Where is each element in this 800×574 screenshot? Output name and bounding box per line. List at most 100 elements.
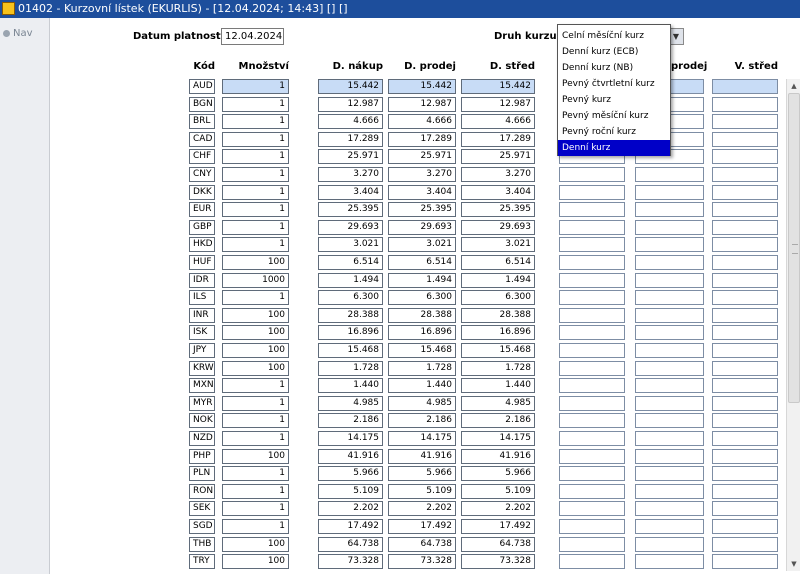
cell-d-stred[interactable]: 14.175 — [461, 431, 535, 446]
cell-d-stred[interactable]: 1.440 — [461, 378, 535, 393]
cell-d-stred[interactable]: 29.693 — [461, 220, 535, 235]
dropdown-option[interactable]: Pevný čtvrtletní kurz — [558, 76, 670, 92]
cell-kod[interactable]: TRY — [189, 554, 215, 569]
cell-v-prodej[interactable] — [635, 484, 704, 499]
cell-d-nakup[interactable]: 1.728 — [318, 361, 383, 376]
cell-d-prodej[interactable]: 2.186 — [388, 413, 456, 428]
cell-d-prodej[interactable]: 41.916 — [388, 449, 456, 464]
cell-v-stred[interactable] — [712, 132, 778, 147]
cell-kod[interactable]: SGD — [189, 519, 215, 534]
cell-v-nakup[interactable] — [559, 519, 625, 534]
cell-d-nakup[interactable]: 73.328 — [318, 554, 383, 569]
cell-d-nakup[interactable]: 17.289 — [318, 132, 383, 147]
cell-kod[interactable]: MXN — [189, 378, 215, 393]
cell-d-prodej[interactable]: 17.492 — [388, 519, 456, 534]
cell-v-prodej[interactable] — [635, 361, 704, 376]
cell-v-prodej[interactable] — [635, 396, 704, 411]
cell-d-prodej[interactable]: 3.270 — [388, 167, 456, 182]
cell-v-nakup[interactable] — [559, 466, 625, 481]
cell-v-prodej[interactable] — [635, 466, 704, 481]
cell-v-prodej[interactable] — [635, 378, 704, 393]
cell-mnozstvi[interactable]: 1 — [222, 202, 289, 217]
cell-mnozstvi[interactable]: 1 — [222, 167, 289, 182]
cell-kod[interactable]: HKD — [189, 237, 215, 252]
cell-v-prodej[interactable] — [635, 343, 704, 358]
cell-d-prodej[interactable]: 1.440 — [388, 378, 456, 393]
cell-v-nakup[interactable] — [559, 431, 625, 446]
cell-v-prodej[interactable] — [635, 308, 704, 323]
cell-d-prodej[interactable]: 29.693 — [388, 220, 456, 235]
cell-kod[interactable]: DKK — [189, 185, 215, 200]
cell-d-stred[interactable]: 17.492 — [461, 519, 535, 534]
cell-d-prodej[interactable]: 5.109 — [388, 484, 456, 499]
cell-d-nakup[interactable]: 5.109 — [318, 484, 383, 499]
dropdown-option[interactable]: Pevný roční kurz — [558, 124, 670, 140]
cell-v-stred[interactable] — [712, 308, 778, 323]
cell-mnozstvi[interactable]: 1 — [222, 484, 289, 499]
cell-v-stred[interactable] — [712, 325, 778, 340]
cell-d-nakup[interactable]: 15.468 — [318, 343, 383, 358]
cell-d-prodej[interactable]: 2.202 — [388, 501, 456, 516]
cell-d-stred[interactable]: 6.514 — [461, 255, 535, 270]
cell-kod[interactable]: BGN — [189, 97, 215, 112]
cell-d-stred[interactable]: 4.666 — [461, 114, 535, 129]
cell-v-stred[interactable] — [712, 431, 778, 446]
cell-d-nakup[interactable]: 4.666 — [318, 114, 383, 129]
cell-d-prodej[interactable]: 15.442 — [388, 79, 456, 94]
cell-v-nakup[interactable] — [559, 273, 625, 288]
dropdown-option[interactable]: Denní kurz (ECB) — [558, 44, 670, 60]
cell-d-stred[interactable]: 41.916 — [461, 449, 535, 464]
cell-mnozstvi[interactable]: 100 — [222, 361, 289, 376]
cell-d-nakup[interactable]: 25.971 — [318, 149, 383, 164]
cell-v-nakup[interactable] — [559, 290, 625, 305]
cell-v-stred[interactable] — [712, 255, 778, 270]
cell-v-stred[interactable] — [712, 519, 778, 534]
cell-d-nakup[interactable]: 15.442 — [318, 79, 383, 94]
dropdown-option[interactable]: Celní měsíční kurz — [558, 28, 670, 44]
cell-mnozstvi[interactable]: 1 — [222, 114, 289, 129]
cell-v-stred[interactable] — [712, 396, 778, 411]
cell-d-nakup[interactable]: 29.693 — [318, 220, 383, 235]
cell-v-stred[interactable] — [712, 237, 778, 252]
cell-d-nakup[interactable]: 5.966 — [318, 466, 383, 481]
cell-v-stred[interactable] — [712, 449, 778, 464]
cell-mnozstvi[interactable]: 1 — [222, 378, 289, 393]
cell-d-prodej[interactable]: 17.289 — [388, 132, 456, 147]
cell-v-prodej[interactable] — [635, 202, 704, 217]
cell-v-prodej[interactable] — [635, 237, 704, 252]
cell-d-prodej[interactable]: 3.404 — [388, 185, 456, 200]
nav-button[interactable]: Nav — [3, 28, 33, 39]
cell-kod[interactable]: AUD — [189, 79, 215, 94]
cell-v-prodej[interactable] — [635, 290, 704, 305]
cell-v-nakup[interactable] — [559, 185, 625, 200]
cell-v-prodej[interactable] — [635, 273, 704, 288]
cell-kod[interactable]: ISK — [189, 325, 215, 340]
cell-mnozstvi[interactable]: 1 — [222, 132, 289, 147]
cell-d-nakup[interactable]: 16.896 — [318, 325, 383, 340]
cell-d-nakup[interactable]: 1.440 — [318, 378, 383, 393]
cell-d-prodej[interactable]: 5.966 — [388, 466, 456, 481]
cell-v-nakup[interactable] — [559, 378, 625, 393]
cell-kod[interactable]: CHF — [189, 149, 215, 164]
cell-d-nakup[interactable]: 25.395 — [318, 202, 383, 217]
cell-v-nakup[interactable] — [559, 361, 625, 376]
cell-d-nakup[interactable]: 12.987 — [318, 97, 383, 112]
cell-v-prodej[interactable] — [635, 449, 704, 464]
cell-mnozstvi[interactable]: 1 — [222, 501, 289, 516]
cell-d-stred[interactable]: 25.971 — [461, 149, 535, 164]
cell-d-stred[interactable]: 4.985 — [461, 396, 535, 411]
cell-v-nakup[interactable] — [559, 501, 625, 516]
cell-kod[interactable]: BRL — [189, 114, 215, 129]
cell-d-stred[interactable]: 25.395 — [461, 202, 535, 217]
cell-d-stred[interactable]: 64.738 — [461, 537, 535, 552]
cell-mnozstvi[interactable]: 1 — [222, 220, 289, 235]
cell-mnozstvi[interactable]: 1 — [222, 185, 289, 200]
cell-d-stred[interactable]: 28.388 — [461, 308, 535, 323]
cell-d-prodej[interactable]: 73.328 — [388, 554, 456, 569]
cell-d-nakup[interactable]: 28.388 — [318, 308, 383, 323]
cell-v-prodej[interactable] — [635, 431, 704, 446]
cell-v-nakup[interactable] — [559, 220, 625, 235]
cell-d-nakup[interactable]: 2.186 — [318, 413, 383, 428]
cell-v-prodej[interactable] — [635, 501, 704, 516]
cell-d-prodej[interactable]: 28.388 — [388, 308, 456, 323]
